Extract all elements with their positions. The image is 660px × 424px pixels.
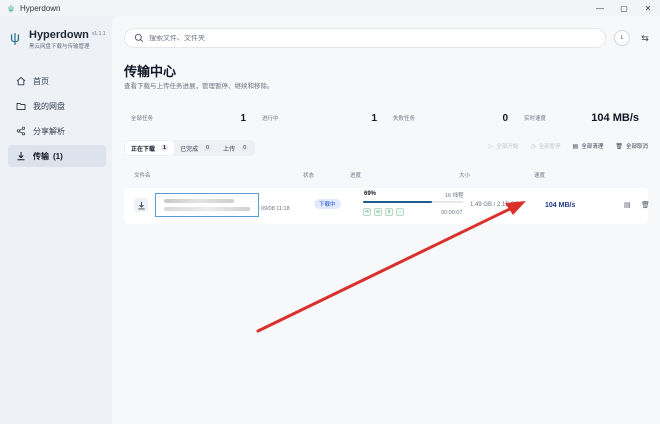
stat-label: 全部任务 (131, 116, 154, 122)
window-controls: — ▢ ✕ (588, 0, 660, 16)
time-remaining: 00:00:07 (441, 210, 463, 216)
pause-icon: ◷ (530, 143, 536, 150)
start-all-button[interactable]: ▷ 全部开始 (488, 142, 519, 151)
cancel-all-button[interactable]: 🗑 全部取消 (615, 142, 648, 151)
stat-value: 1 (240, 112, 246, 124)
brand: ψ Hyperdown v1.1.1 黑云网盘下载与传输管理 (10, 28, 106, 50)
tab-downloading[interactable]: 正在下载 1 (125, 141, 175, 155)
brand-logo-icon: ψ (10, 29, 20, 45)
stat-in-progress: 进行中 1 (255, 106, 386, 130)
stat-label: 进行中 (262, 116, 279, 122)
download-icon (134, 198, 148, 212)
stat-value: 0 (502, 112, 508, 124)
column-progress: 进度 (350, 173, 362, 179)
sidebar-item-transfer[interactable]: 传输 (1) (8, 145, 106, 167)
status-badge: 下载中 (314, 199, 341, 209)
action-label: 全部开始 (496, 144, 519, 150)
window-title: Hyperdown (20, 3, 61, 13)
table-row[interactable]: 09/08 11:18 下载中 69% 16 线程 ⋖ ∞ ॥ ◦ 00:00:… (124, 188, 650, 224)
pause-all-button[interactable]: ◷ 全部暂停 (530, 142, 561, 151)
sidebar-item-label: 传输 (33, 151, 49, 161)
tab-label: 上传 (223, 146, 236, 153)
sidebar-item-share-parse[interactable]: 分享解析 (8, 120, 106, 142)
transfer-count: (1) (53, 151, 63, 161)
stat-label: 失败任务 (393, 116, 416, 122)
details-icon[interactable]: ▤ (624, 201, 631, 209)
share-icon (16, 126, 26, 136)
share-icon[interactable]: ⋖ (363, 208, 371, 216)
brand-name: Hyperdown (29, 29, 89, 41)
brand-version: v1.1.1 (91, 31, 106, 37)
minimize-icon[interactable]: — (588, 0, 612, 16)
action-label: 全部暂停 (538, 144, 561, 150)
sidebar-item-home[interactable]: 首页 (8, 70, 106, 92)
main-panel: L ⇆ 传输中心 查看下载与上传任务进展，管理暂停、继续和移除。 全部任务 1 … (112, 16, 660, 424)
clear-all-button[interactable]: ▤ 全部清理 (572, 142, 604, 151)
tab-count: 0 (204, 145, 212, 151)
clear-icon: ▤ (572, 143, 579, 150)
table-header: 文件名 状态 进度 大小 速度 (124, 168, 648, 182)
page-description: 查看下载与上传任务进展，管理暂停、继续和移除。 (124, 83, 274, 90)
download-speed: 104 MB/s (545, 202, 576, 209)
tab-upload[interactable]: 上传 0 (217, 141, 254, 155)
transfer-tabs: 正在下载 1 已完成 0 上传 0 (124, 140, 256, 156)
page-title: 传输中心 (124, 64, 177, 79)
column-status: 状态 (303, 173, 315, 179)
stat-all-tasks: 全部任务 1 (124, 106, 255, 130)
tab-count: 1 (161, 145, 169, 151)
info-icon[interactable]: ◦ (396, 208, 404, 216)
sidebar: ψ Hyperdown v1.1.1 黑云网盘下载与传输管理 首页 我的网盘 分… (0, 16, 112, 424)
progress-bar (363, 201, 463, 203)
progress-fill (363, 201, 432, 203)
task-date: 09/08 11:18 (261, 206, 290, 212)
delete-icon[interactable]: 🗑 (641, 201, 650, 209)
swap-icon[interactable]: ⇆ (638, 31, 652, 45)
sidebar-item-my-drive[interactable]: 我的网盘 (8, 95, 106, 117)
link-icon[interactable]: ∞ (374, 208, 382, 216)
task-controls: ⋖ ∞ ॥ ◦ (363, 208, 407, 216)
stat-failed: 失败任务 0 (386, 106, 517, 130)
search-input[interactable] (149, 34, 549, 42)
avatar[interactable]: L (614, 30, 630, 46)
sidebar-item-label: 分享解析 (33, 126, 65, 136)
home-icon (16, 76, 26, 86)
tab-completed[interactable]: 已完成 0 (174, 141, 217, 155)
progress-percent: 69% (364, 191, 377, 197)
stat-value: 1 (371, 112, 377, 124)
action-label: 全部清理 (581, 144, 604, 150)
tab-label: 已完成 (180, 146, 199, 153)
stat-realtime-speed: 实时速度 104 MB/s (517, 106, 648, 130)
sidebar-nav: 首页 我的网盘 分享解析 传输 (1) (8, 70, 106, 170)
sidebar-item-label: 首页 (33, 76, 49, 86)
column-name: 文件名 (134, 173, 151, 179)
download-icon (16, 151, 26, 161)
file-size: 1.49 GB / 2.15 GB (470, 202, 520, 208)
column-size: 大小 (459, 173, 471, 179)
close-icon[interactable]: ✕ (636, 0, 660, 16)
stat-value: 104 MB/s (591, 112, 639, 124)
tab-count: 0 (241, 145, 249, 151)
search-bar[interactable] (124, 28, 606, 48)
folder-icon (16, 101, 26, 111)
sidebar-item-label: 我的网盘 (33, 101, 65, 111)
trash-icon: 🗑 (615, 143, 623, 150)
column-speed: 速度 (534, 173, 546, 179)
play-icon: ▷ (488, 143, 494, 150)
stats-bar: 全部任务 1 进行中 1 失败任务 0 实时速度 104 MB/s (124, 106, 648, 130)
pause-icon[interactable]: ॥ (385, 208, 393, 216)
brand-subtitle: 黑云网盘下载与传输管理 (29, 44, 90, 50)
thread-count: 16 线程 (445, 193, 464, 199)
title-bar: ψ Hyperdown — ▢ ✕ (0, 0, 660, 16)
app-logo-icon: ψ (8, 3, 14, 13)
action-label: 全部取消 (625, 144, 648, 150)
search-icon (134, 33, 144, 43)
maximize-icon[interactable]: ▢ (612, 0, 636, 16)
stat-label: 实时速度 (524, 116, 547, 122)
file-name-redacted (155, 193, 259, 217)
tab-label: 正在下载 (131, 146, 156, 153)
bulk-actions: ▷ 全部开始 ◷ 全部暂停 ▤ 全部清理 🗑 全部取消 (477, 142, 648, 151)
